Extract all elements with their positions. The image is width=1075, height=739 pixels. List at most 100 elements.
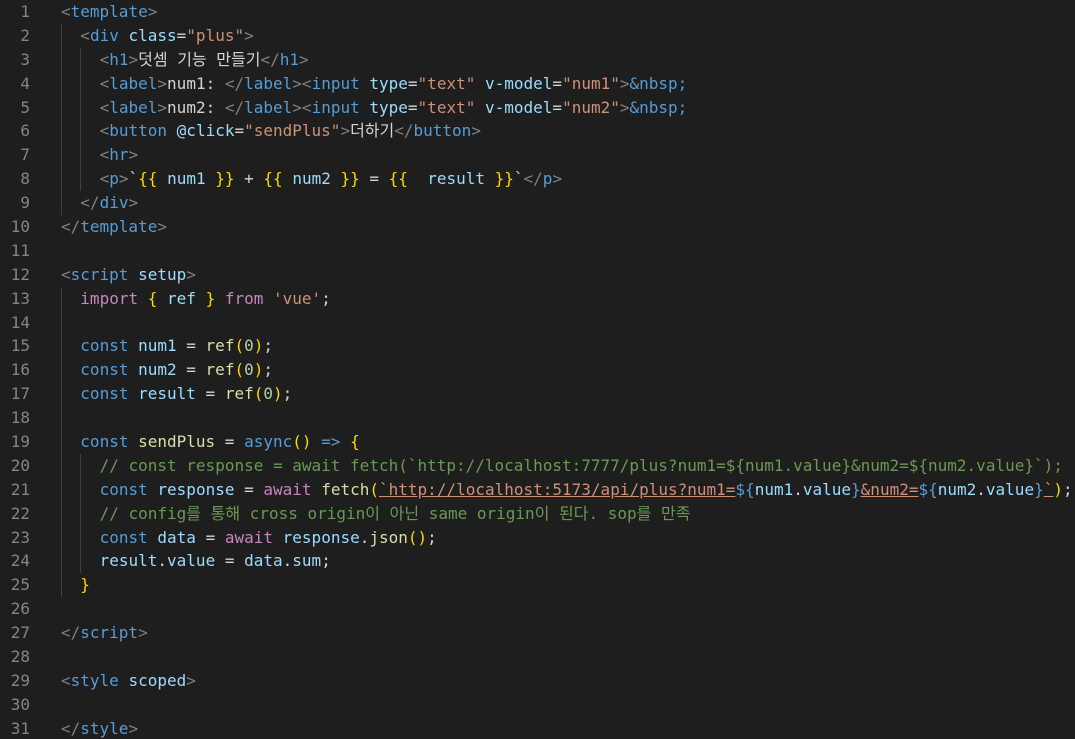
code-line[interactable]: 19 const sendPlus = async() => {	[0, 430, 1075, 454]
indent-guide	[61, 382, 62, 407]
line-number: 26	[10, 599, 30, 619]
code-line[interactable]: 4 <label>num1: </label><input type="text"…	[0, 71, 1075, 96]
code-token: =	[407, 97, 418, 117]
code-token: ;	[263, 360, 274, 380]
code-token: p	[542, 169, 553, 189]
code-line[interactable]: 2 <div class="plus">	[0, 23, 1075, 48]
code-line[interactable]: 14	[0, 310, 1075, 335]
code-token: const	[80, 384, 129, 404]
code-token: <	[301, 97, 312, 117]
code-token: v-model	[484, 97, 553, 117]
code-lines: 1 <template> 2 <div class="plus"> 3 <h1>덧셈 기능…	[0, 0, 1075, 739]
code-line[interactable]: 25}	[0, 573, 1075, 598]
code-token: p	[109, 169, 119, 189]
code-line[interactable]: 8 <p>`{{ num1 }} + {{ num2 }} = {{ result…	[0, 167, 1075, 192]
code-line[interactable]: 12 <script setup>	[0, 263, 1075, 287]
code-line[interactable]: 11	[0, 239, 1075, 263]
code-token: >	[157, 97, 168, 117]
code-token: =	[195, 384, 225, 404]
code-token: result	[427, 169, 485, 189]
code-token: input	[311, 97, 360, 117]
code-line[interactable]: 31 </style>	[0, 717, 1075, 739]
code-line[interactable]: 23 const data = await response.json();	[0, 525, 1075, 550]
line-number: 27	[10, 623, 30, 643]
code-token: ()	[407, 527, 428, 547]
code-token: </	[224, 97, 245, 117]
code-token: </	[61, 623, 81, 643]
code-editor[interactable]: 1 <template> 2 <div class="plus"> 3 <h1>덧셈 기능…	[0, 0, 1075, 739]
code-line[interactable]: 1 <template>	[0, 0, 1075, 24]
code-line[interactable]: 24 result.value = data.sum;	[0, 549, 1075, 574]
code-token: <	[99, 73, 110, 93]
code-token: num1	[167, 169, 206, 189]
code-line[interactable]: 28	[0, 645, 1075, 669]
code-line[interactable]: 27 </script>	[0, 621, 1075, 645]
code-line[interactable]: 29 <style scoped>	[0, 669, 1075, 693]
code-line[interactable]: 10 </template>	[0, 215, 1075, 239]
code-line[interactable]: 16 const num2 = ref(0);	[0, 358, 1075, 383]
code-line[interactable]: 9 </div>	[0, 191, 1075, 216]
code-line[interactable]: 3 <h1>덧셈 기능 만들기</h1>	[0, 47, 1075, 72]
code-token: .	[793, 479, 803, 499]
code-token: script	[70, 264, 129, 284]
code-token: </	[523, 169, 543, 189]
code-line[interactable]: 20 // const response = await fetch(`http:…	[0, 453, 1075, 478]
code-line[interactable]: 18	[0, 406, 1075, 431]
line-number: 3	[20, 49, 30, 69]
indent-guide	[61, 191, 62, 216]
code-token: ${	[918, 479, 938, 499]
code-token: ;	[321, 551, 331, 571]
code-token: <	[99, 97, 110, 117]
code-token: num2:	[167, 97, 225, 117]
line-number: 5	[20, 97, 30, 117]
code-token: <	[99, 49, 110, 69]
code-token: label	[244, 73, 293, 93]
code-token: await	[224, 527, 274, 547]
indent-guide	[61, 119, 62, 144]
code-token: data	[244, 551, 283, 571]
code-token: =	[176, 360, 206, 380]
code-text: // const response = await fetch(`http://…	[100, 454, 1063, 478]
line-number: 24	[10, 551, 30, 571]
code-token: </	[61, 217, 81, 237]
code-line[interactable]: 17 const result = ref(0);	[0, 382, 1075, 407]
code-line[interactable]: 26	[0, 597, 1075, 621]
code-text: <label>num2: </label><input type="text" …	[100, 96, 688, 120]
code-token: const	[80, 336, 129, 356]
code-token: =	[215, 432, 245, 452]
code-token: }	[851, 479, 861, 499]
code-token: // config를 통해 cross origin이 아닌 same orig…	[99, 503, 691, 523]
code-token: )	[253, 336, 264, 356]
code-token: =	[176, 25, 187, 45]
code-token: ref	[167, 288, 196, 308]
indent-guide	[61, 549, 62, 574]
code-token: `	[1043, 479, 1054, 499]
code-token: ${	[735, 479, 755, 499]
code-line[interactable]: 21 const response = await fetch(`http://l…	[0, 477, 1075, 502]
indent-guide	[80, 477, 82, 502]
code-line[interactable]: 6 <button @click="sendPlus">더하기</button>	[0, 119, 1075, 144]
code-text: <template>	[61, 0, 157, 24]
line-number: 21	[10, 479, 30, 499]
code-text: <div class="plus">	[80, 24, 253, 48]
code-line[interactable]: 5 <label>num2: </label><input type="text"…	[0, 95, 1075, 120]
indent-guide	[61, 501, 62, 526]
indent-guide	[61, 358, 62, 383]
code-line[interactable]: 30	[0, 693, 1075, 717]
code-line[interactable]: 15 const num1 = ref(0);	[0, 334, 1075, 359]
code-token: async	[244, 432, 293, 452]
line-number: 15	[10, 336, 30, 356]
code-token: {{	[388, 169, 408, 189]
code-line[interactable]: 22 // config를 통해 cross origin이 아닌 same or…	[0, 501, 1075, 526]
code-text: const num2 = ref(0);	[80, 358, 273, 382]
code-line[interactable]: 7 <hr>	[0, 143, 1075, 168]
code-token: 0	[244, 336, 254, 356]
line-number: 4	[20, 73, 30, 93]
code-line[interactable]: 13 import { ref } from 'vue';	[0, 286, 1075, 311]
